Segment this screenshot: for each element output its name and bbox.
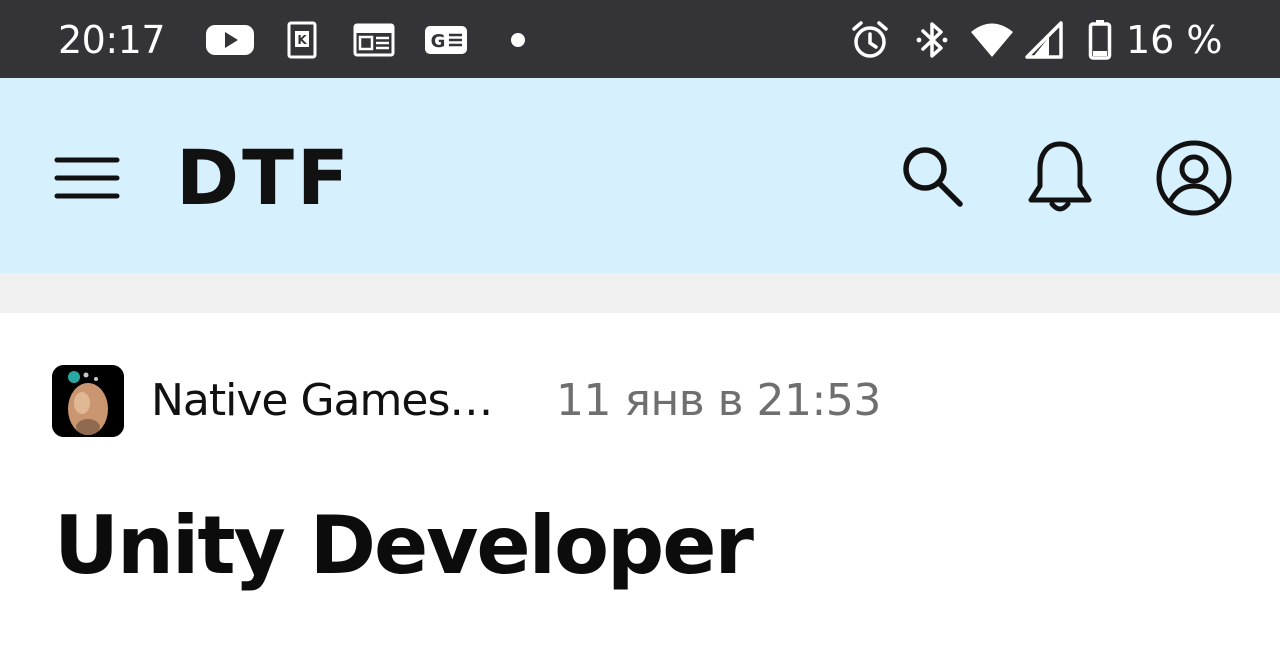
menu-button[interactable] <box>50 148 124 208</box>
notifications-button[interactable] <box>1022 136 1098 216</box>
svg-text:G: G <box>431 31 446 52</box>
battery-icon <box>1086 18 1114 62</box>
post-title[interactable]: Unity Developer <box>54 500 754 592</box>
post-date[interactable]: 11 янв в 21:53 <box>556 375 881 427</box>
account-button[interactable] <box>1152 136 1236 220</box>
status-bar: 20:17 K G 16 % <box>0 0 1280 78</box>
status-time: 20:17 <box>58 18 166 62</box>
bluetooth-icon <box>912 18 952 62</box>
menu-icon <box>54 157 120 199</box>
more-dot-icon <box>508 18 528 62</box>
dtf-logo[interactable]: DTF <box>176 140 352 216</box>
post-card <box>0 313 1280 652</box>
alarm-icon <box>848 18 892 62</box>
kinopoisk-icon: K <box>286 18 318 62</box>
google-news-icon: G <box>424 18 468 62</box>
author-avatar-image <box>52 365 124 437</box>
search-button[interactable] <box>894 138 970 214</box>
post-author[interactable]: Native Games… <box>151 375 493 427</box>
svg-text:K: K <box>297 33 307 47</box>
wifi-icon <box>968 18 1016 62</box>
youtube-icon <box>204 18 256 62</box>
search-icon <box>903 147 963 207</box>
battery-percent: 16 % <box>1126 18 1223 62</box>
news-icon <box>352 18 396 62</box>
account-icon <box>1156 140 1232 216</box>
bell-icon <box>1028 141 1092 212</box>
signal-icon <box>1022 18 1066 62</box>
author-avatar[interactable] <box>52 365 124 437</box>
feed-divider <box>0 273 1280 313</box>
